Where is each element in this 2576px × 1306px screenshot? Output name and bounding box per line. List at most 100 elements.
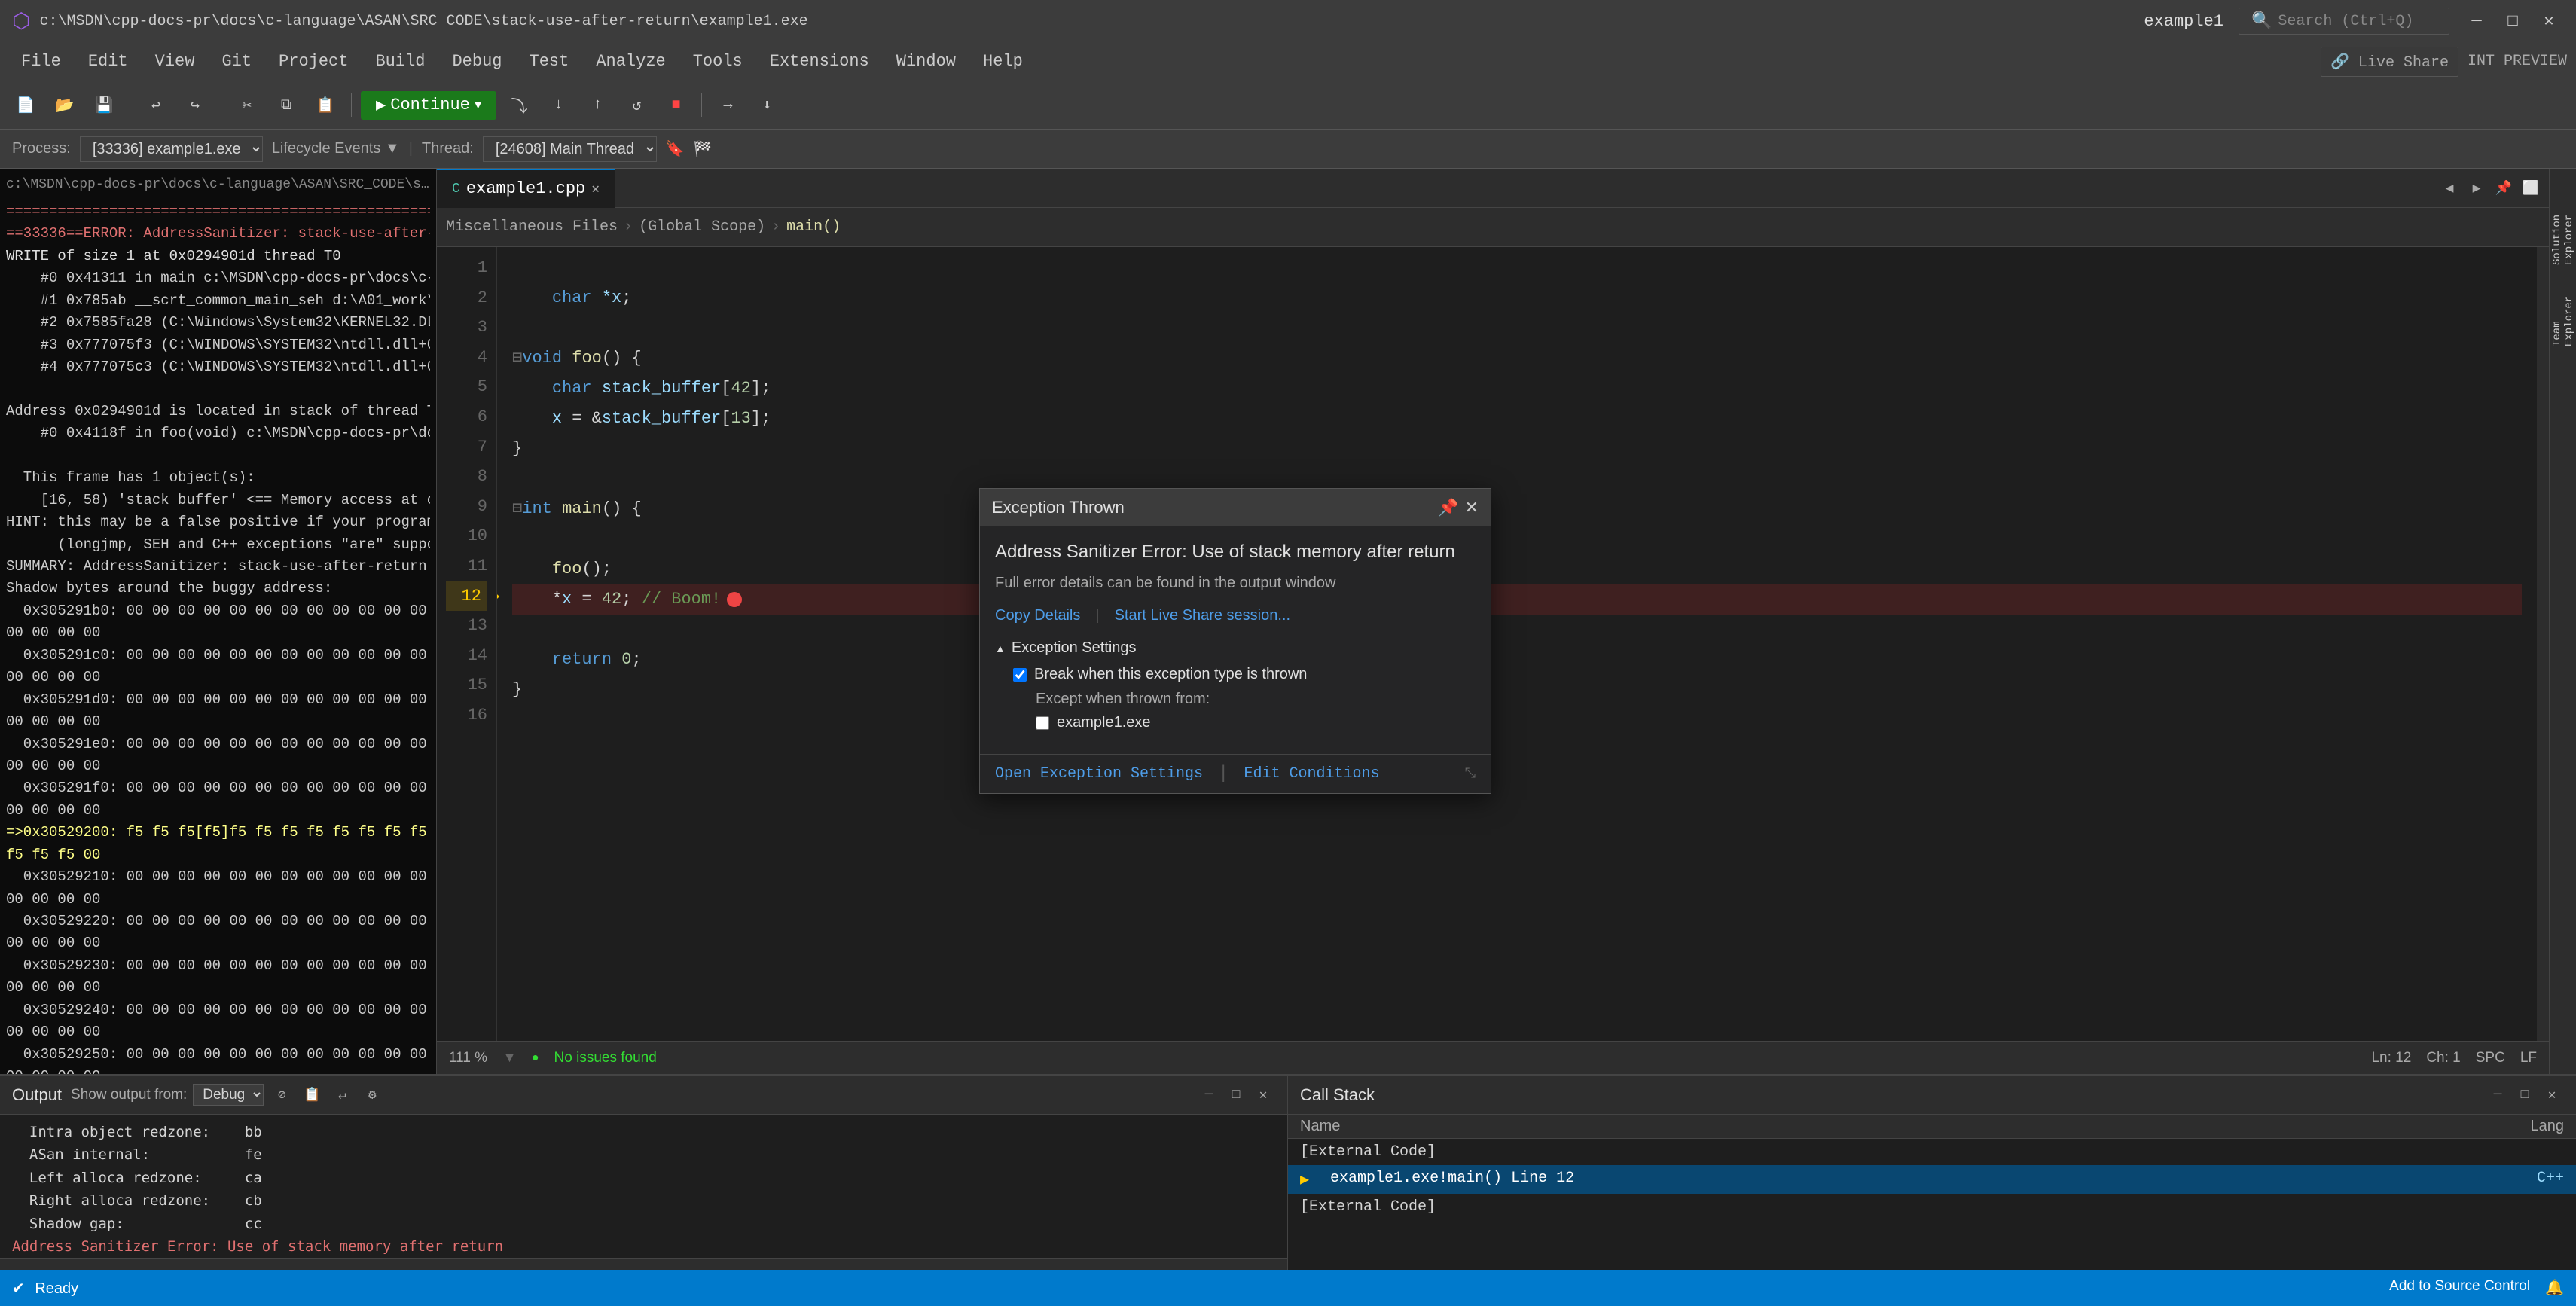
copy-button[interactable]: ⧉ [270,89,303,122]
tab-example1-cpp[interactable]: C example1.cpp ✕ [437,169,615,208]
live-share-button[interactable]: 🔗 Live Share [2321,47,2458,77]
save-button[interactable]: 💾 [87,89,121,122]
output-hscrollbar[interactable] [0,1258,1287,1270]
continue-button[interactable]: ▶ Continue ▼ [361,91,496,120]
step-into-specific[interactable]: ⬇ [750,89,783,122]
output-clear-button[interactable]: ⊘ [270,1083,294,1107]
menu-tools[interactable]: Tools [681,47,755,75]
debug-sep: | [409,140,413,157]
pin-icon[interactable]: 📌 [1438,498,1458,517]
code-line-2: char *x; [512,283,2522,313]
open-file-button[interactable]: 📂 [48,89,81,122]
breadcrumb-scope[interactable]: (Global Scope) [639,218,765,236]
call-stack-minimize[interactable]: ─ [2486,1083,2510,1107]
output-close[interactable]: ✕ [1251,1083,1275,1107]
breadcrumb-fn[interactable]: main() [786,218,841,236]
menu-help[interactable]: Help [971,47,1035,75]
search-bar[interactable]: 🔍 Search (Ctrl+Q) [2239,8,2449,35]
new-file-button[interactable]: 📄 [9,89,42,122]
menu-bar: File Edit View Git Project Build Debug T… [0,42,2576,81]
redo-button[interactable]: ↪ [179,89,212,122]
menu-debug[interactable]: Debug [440,47,514,75]
minimize-button[interactable]: ─ [2462,9,2492,33]
edit-conditions-link[interactable]: Edit Conditions [1244,765,1379,783]
exe-checkbox[interactable] [1036,716,1049,730]
continue-icon: ▶ [376,96,386,115]
call-stack-row-1[interactable]: [External Code] [1288,1139,2576,1165]
copy-details-link[interactable]: Copy Details [995,607,1080,624]
maximize-button[interactable]: □ [2498,9,2528,33]
exception-close-icon[interactable]: ✕ [1465,498,1479,517]
code-line-8 [512,464,2522,494]
output-word-wrap[interactable]: ↵ [330,1083,354,1107]
menu-build[interactable]: Build [363,47,437,75]
except-section: Except when thrown from: example1.exe [1013,691,1476,731]
call-stack-float[interactable]: □ [2513,1083,2537,1107]
notifications-icon[interactable]: 🔔 [2545,1278,2564,1298]
app-window: ⬡ c:\MSDN\cpp-docs-pr\docs\c-language\AS… [0,0,2576,1306]
stop-button[interactable]: ■ [659,89,692,122]
exception-header-icons: 📌 ✕ [1438,498,1479,517]
tab-expand-button[interactable]: ⬜ [2519,176,2543,200]
live-share-link[interactable]: Start Live Share session... [1115,607,1290,624]
menu-edit[interactable]: Edit [76,47,140,75]
menu-window[interactable]: Window [884,47,968,75]
menu-git[interactable]: Git [209,47,264,75]
thread-select[interactable]: [24608] Main Thread [483,136,657,162]
add-source-control[interactable]: Add to Source Control [2389,1278,2530,1298]
breadcrumb-left[interactable]: Miscellaneous Files [446,218,618,236]
menu-analyze[interactable]: Analyze [584,47,677,75]
exe-label: example1.exe [1057,714,1151,731]
restart-button[interactable]: ↺ [620,89,653,122]
output-title: Output [12,1085,62,1105]
thread-label: Thread: [422,140,474,157]
output-minimize[interactable]: ─ [1197,1083,1221,1107]
menu-view[interactable]: View [143,47,207,75]
step-over-button[interactable]: ⤵ [502,89,536,122]
call-stack-row-3[interactable]: [External Code] [1288,1194,2576,1220]
menu-file[interactable]: File [9,47,73,75]
solution-explorer-icon[interactable]: Solution Explorer [2551,175,2575,265]
settings-header[interactable]: ▲ Exception Settings [995,639,1476,657]
col-info: Ch: 1 [2426,1050,2460,1066]
output-settings[interactable]: ⚙ [360,1083,384,1107]
code-line-12: ⮕ *x = 42; // Boom! [512,584,2522,615]
output-source-select[interactable]: Debug [193,1084,264,1106]
vs-title: example1 [2144,12,2223,31]
open-exception-settings-link[interactable]: Open Exception Settings [995,765,1203,783]
call-stack-close[interactable]: ✕ [2540,1083,2564,1107]
editor-scrollbar[interactable] [2537,247,2549,1041]
cut-button[interactable]: ✂ [230,89,264,122]
line-numbers: 1 2 3 4 5 6 7 8 9 10 11 12 13 14 15 16 [437,247,497,1041]
tab-scroll-left[interactable]: ◀ [2437,176,2462,200]
exception-error-subtitle: Full error details can be found in the o… [995,575,1476,592]
zoom-dropdown[interactable]: ▼ [502,1050,517,1066]
settings-triangle-icon: ▲ [995,642,1006,655]
team-explorer-icon[interactable]: Team Explorer [2551,271,2575,346]
code-line-6: x = &stack_buffer[13]; [512,404,2522,434]
step-into-button[interactable]: ↓ [542,89,575,122]
tab-pin-button[interactable]: 📌 [2492,176,2516,200]
call-stack-row-2[interactable]: ▶ example1.exe!main() Line 12 C++ [1288,1165,2576,1194]
code-line-4: ⊟void foo() { [512,343,2522,374]
paste-button[interactable]: 📋 [309,89,342,122]
window-title: c:\MSDN\cpp-docs-pr\docs\c-language\ASAN… [39,13,2144,30]
menu-test[interactable]: Test [517,47,581,75]
status-icon: ● [532,1051,539,1065]
output-content: Intra object redzone: bb ASan internal: … [0,1115,1287,1258]
close-button[interactable]: ✕ [2534,9,2564,33]
undo-button[interactable]: ↩ [139,89,172,122]
tab-close-button[interactable]: ✕ [591,181,600,197]
step-out-button[interactable]: ↑ [581,89,614,122]
output-toggle-button[interactable]: 📋 [300,1083,324,1107]
exception-footer: Open Exception Settings | Edit Condition… [980,754,1491,793]
menu-extensions[interactable]: Extensions [758,47,881,75]
output-float[interactable]: □ [1224,1083,1248,1107]
editor-status: No issues found [554,1050,657,1066]
tab-scroll-right[interactable]: ▶ [2465,176,2489,200]
code-line-15: } [512,675,2522,705]
process-select[interactable]: [33336] example1.exe [80,136,263,162]
show-next-statement[interactable]: → [711,89,744,122]
break-checkbox[interactable] [1013,668,1027,682]
menu-project[interactable]: Project [267,47,360,75]
